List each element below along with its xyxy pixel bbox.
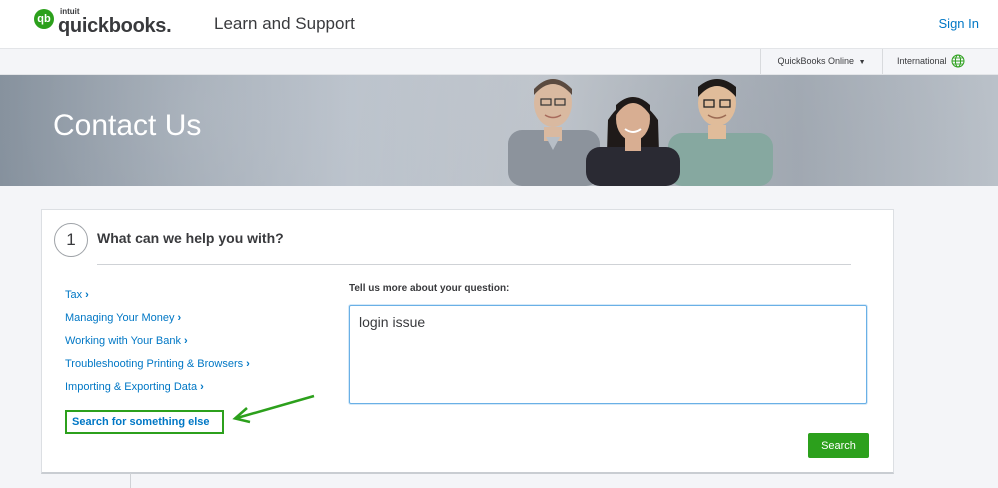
product-dropdown[interactable]: QuickBooks Online ▼ [760, 49, 883, 74]
person-right [668, 79, 773, 186]
quickbooks-wordmark: quickbooks. [58, 15, 172, 37]
chevron-right-icon: › [200, 381, 204, 393]
support-team-photo [508, 79, 773, 186]
topic-link-managing-money[interactable]: Managing Your Money › [65, 311, 250, 325]
search-button[interactable]: Search [808, 433, 869, 458]
topic-label: Managing Your Money [65, 312, 175, 324]
topic-link-working-with-bank[interactable]: Working with Your Bank › [65, 334, 250, 348]
hero-banner: Contact Us [0, 75, 998, 186]
chevron-right-icon: › [177, 312, 182, 324]
caret-down-icon: ▼ [858, 59, 866, 66]
page-title: Contact Us [53, 109, 202, 142]
topic-list: Tax › Managing Your Money › Working with Y… [65, 288, 250, 403]
chevron-right-icon: › [183, 335, 188, 347]
help-question-heading: What can we help you with? [97, 230, 284, 246]
topic-link-importing-exporting[interactable]: Importing & Exporting Data › [65, 380, 250, 394]
topic-link-troubleshooting-printing[interactable]: Troubleshooting Printing & Browsers › [65, 357, 250, 371]
chevron-right-icon: › [246, 358, 250, 370]
globe-icon[interactable] [951, 54, 965, 68]
topic-label: Tax [65, 289, 83, 301]
green-arrow-annotation-icon [232, 394, 315, 424]
question-textarea[interactable]: login issue [349, 305, 867, 404]
site-title: Learn and Support [214, 14, 355, 33]
sub-navigation-bar: QuickBooks Online ▼ International [0, 49, 998, 75]
chevron-right-icon: › [85, 289, 89, 301]
step-indicator: 1 [54, 223, 88, 257]
help-topic-card: 1 What can we help you with? Tax › Managi… [41, 209, 894, 474]
topic-label: Troubleshooting Printing & Browsers [65, 358, 244, 370]
top-header: qb intuit quickbooks. Learn and Support … [0, 0, 998, 49]
question-field-label: Tell us more about your question: [349, 283, 510, 294]
product-dropdown-label: QuickBooks Online [777, 56, 855, 66]
topic-label: Importing & Exporting Data [65, 381, 198, 393]
topic-link-tax[interactable]: Tax › [65, 288, 250, 302]
sign-in-link[interactable]: Sign In [939, 16, 979, 31]
divider [130, 473, 131, 488]
search-something-else-link[interactable]: Search for something else [65, 410, 224, 434]
topic-label: Working with Your Bank [65, 335, 181, 347]
international-label: International [897, 56, 947, 66]
person-center [586, 97, 680, 186]
divider [97, 264, 851, 265]
qb-logo-icon: qb [34, 9, 54, 29]
international-selector[interactable]: International [897, 49, 947, 74]
